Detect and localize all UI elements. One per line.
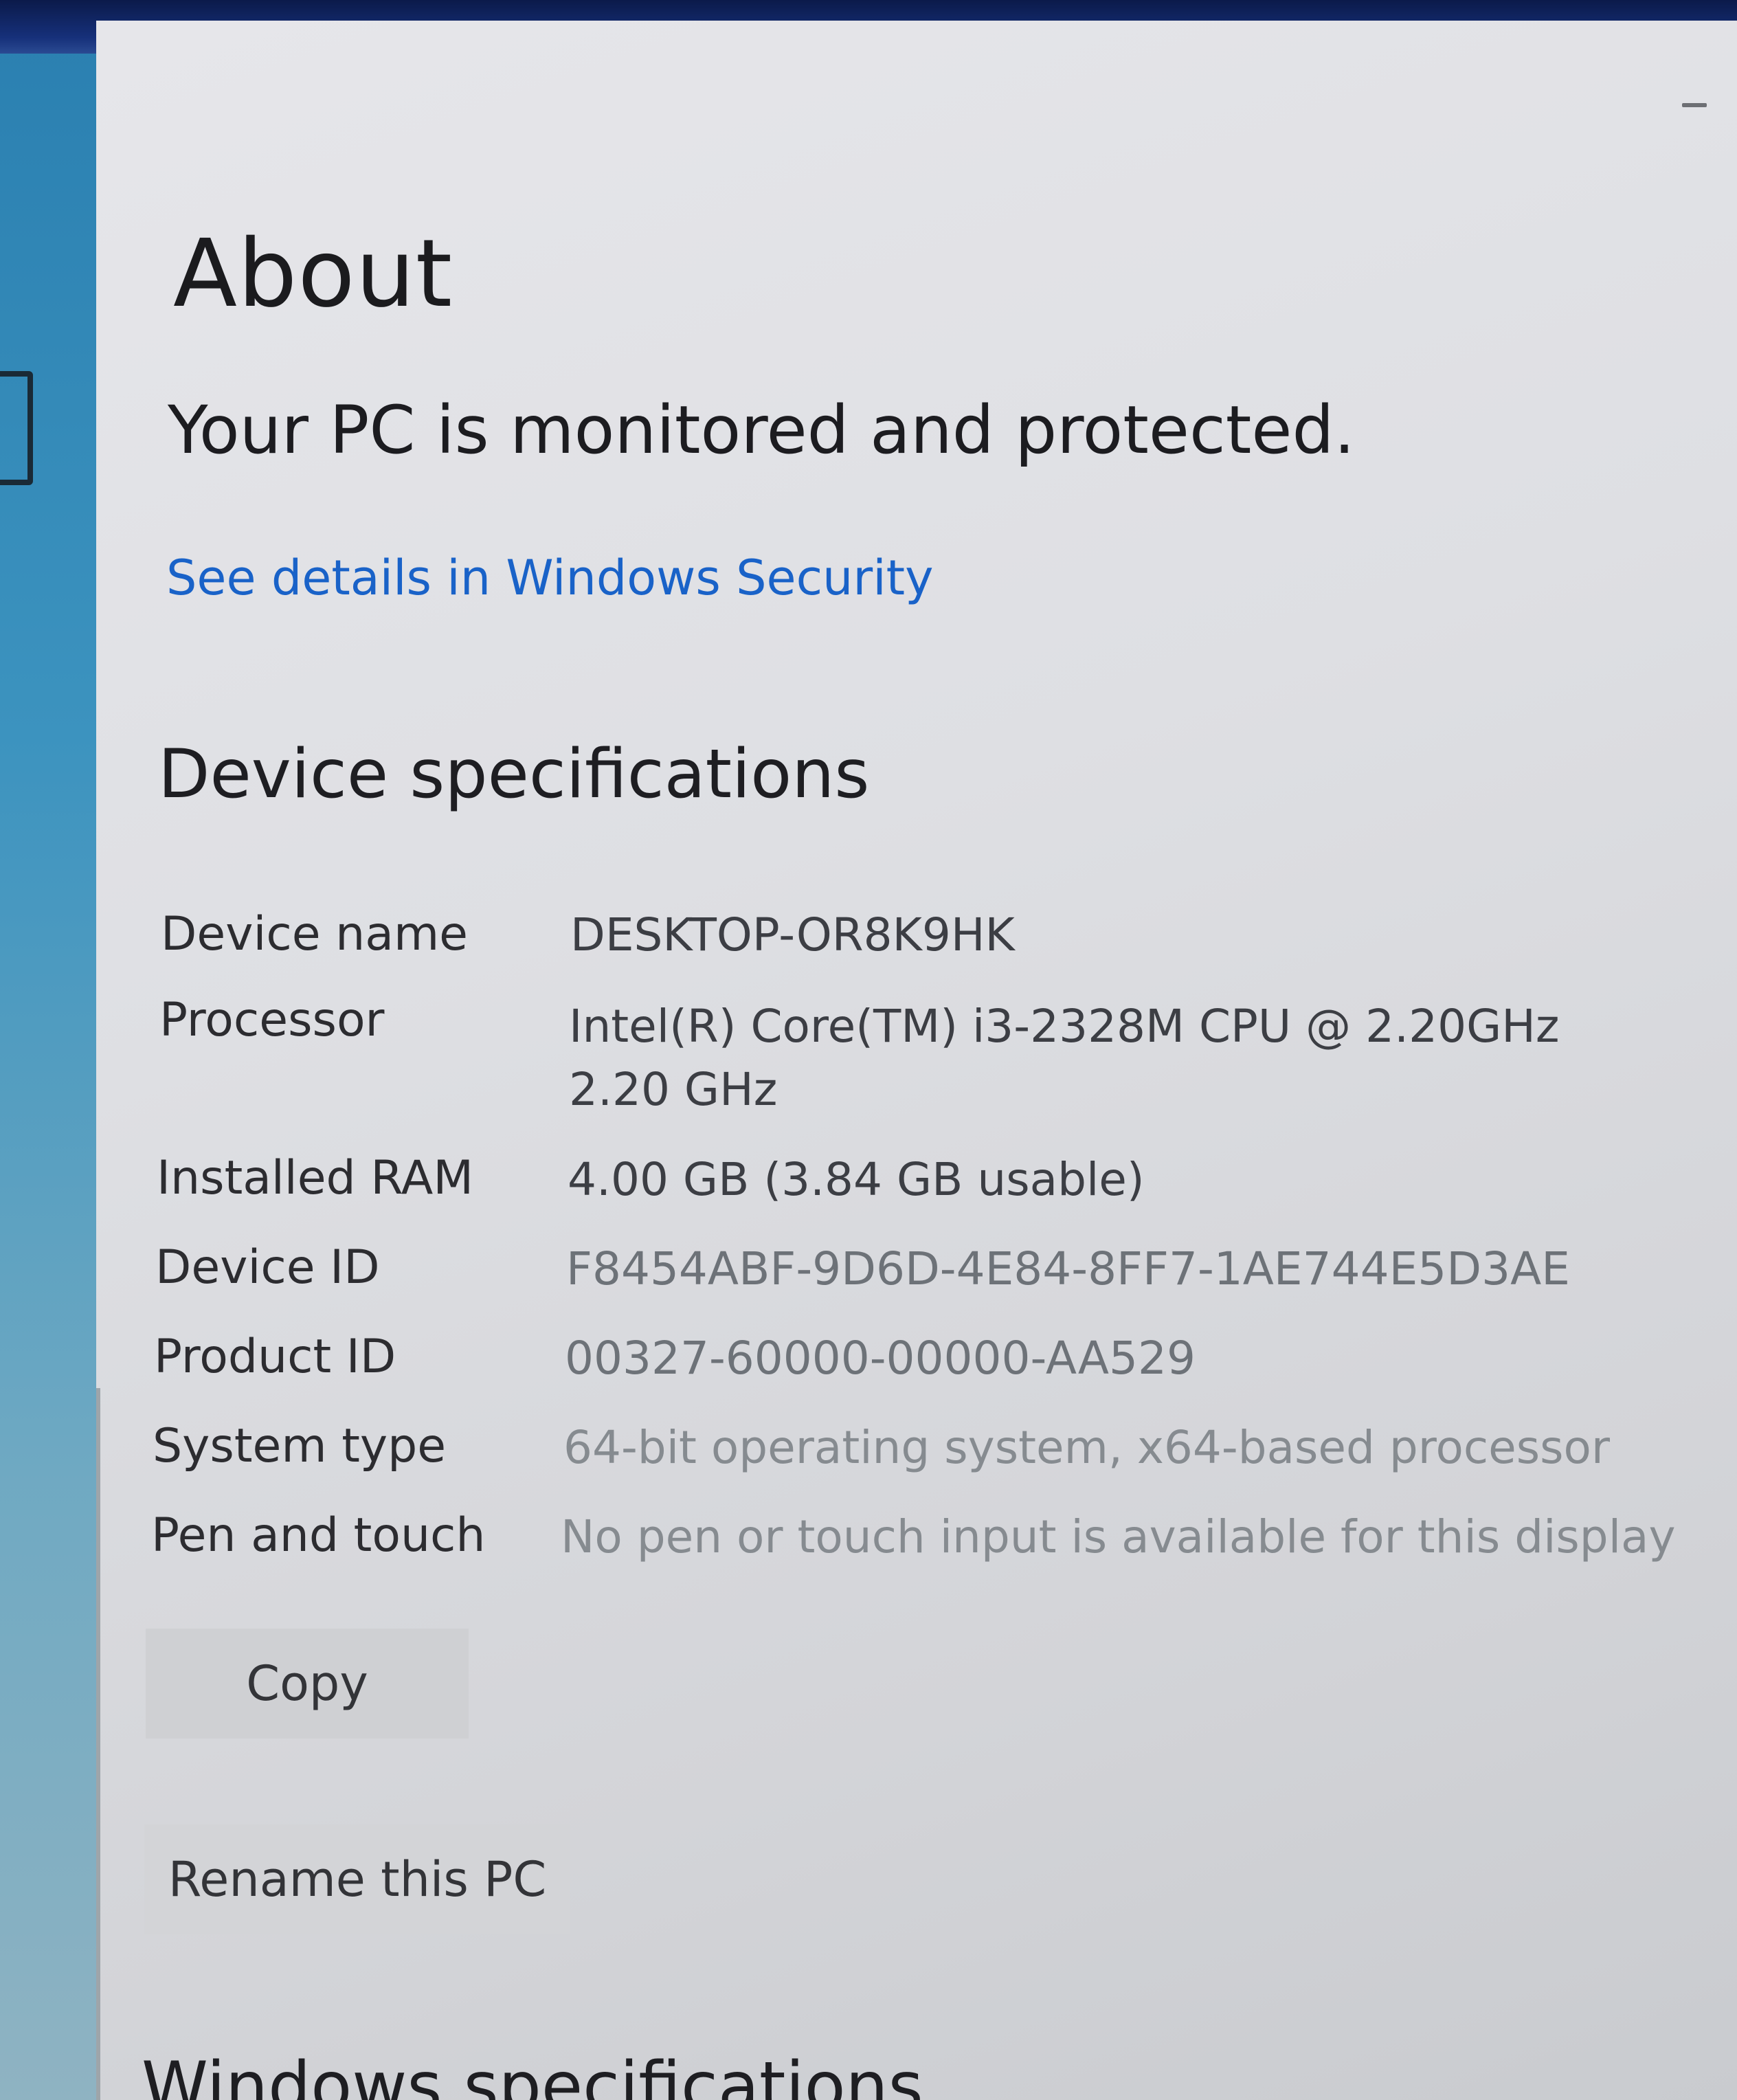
spec-value-installed-ram: 4.00 GB (3.84 GB usable) [568, 1153, 1145, 1206]
device-specifications-heading: Device specifications [158, 735, 870, 814]
spec-value-processor: Intel(R) Core(TM) i3-2328M CPU @ 2.20GHz… [569, 1000, 1560, 1116]
spec-value-pen-and-touch: No pen or touch input is available for t… [561, 1510, 1676, 1563]
screen: About Your PC is monitored and protected… [0, 0, 1737, 2100]
minimize-icon[interactable] [1682, 103, 1707, 107]
spec-value-product-id: 00327-60000-00000-AA529 [565, 1332, 1196, 1385]
windows-specifications-heading: Windows specifications [142, 2048, 923, 2100]
spec-value-device-id: F8454ABF-9D6D-4E84-8FF7-1AE744E5D3AE [566, 1242, 1570, 1295]
copy-button[interactable]: Copy [146, 1629, 469, 1739]
rename-pc-button[interactable]: Rename this PC [144, 1824, 570, 1934]
spec-value-device-name: DESKTOP-OR8K9HK [570, 908, 1015, 961]
spec-label-system-type: System type [153, 1419, 447, 1473]
page-title: About [173, 220, 453, 328]
spec-label-pen-and-touch: Pen and touch [151, 1508, 486, 1563]
spec-label-processor: Processor [159, 993, 385, 1047]
sidebar-selection-indicator [0, 371, 33, 485]
spec-label-installed-ram: Installed RAM [157, 1151, 473, 1205]
windows-security-link[interactable]: See details in Windows Security [166, 550, 934, 606]
spec-label-device-name: Device name [161, 907, 469, 961]
panel-divider [96, 1388, 100, 2100]
background-sidebar [0, 0, 96, 2100]
spec-label-product-id: Product ID [154, 1330, 396, 1384]
spec-label-device-id: Device ID [155, 1240, 380, 1295]
security-status-text: Your PC is monitored and protected. [168, 392, 1355, 469]
settings-about-panel: About Your PC is monitored and protected… [96, 21, 1737, 2100]
spec-value-system-type: 64-bit operating system, x64-based proce… [563, 1421, 1611, 1474]
